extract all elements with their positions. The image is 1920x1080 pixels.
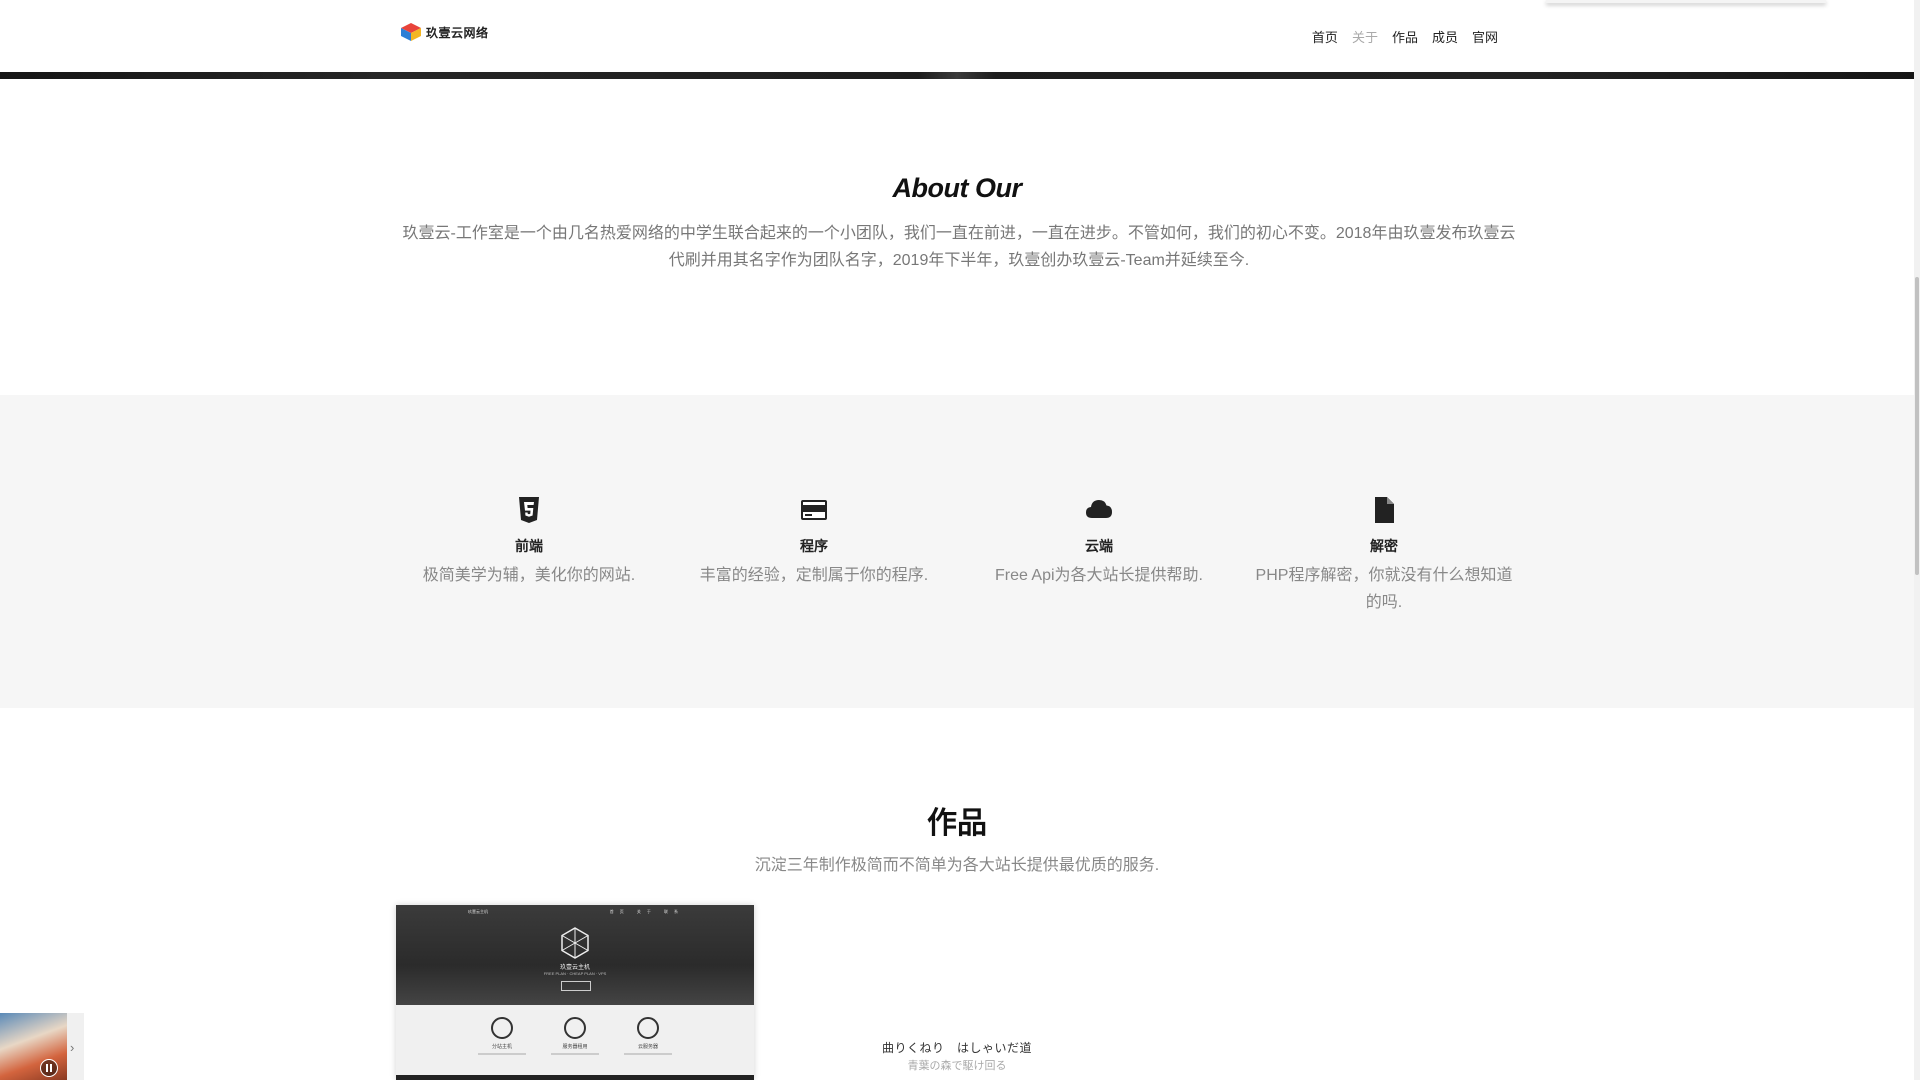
site-header: 玖壹云网络 首页 关于 作品 成员 官网 bbox=[0, 0, 1914, 72]
thumb-footer-strip bbox=[396, 1075, 754, 1080]
credit-card-icon bbox=[801, 500, 827, 520]
file-icon bbox=[1375, 497, 1394, 523]
hero-image-strip bbox=[0, 72, 1914, 79]
about-title: About Our bbox=[892, 173, 1022, 203]
thumb-mini-subtitle: FREE PLAN · CHEAP PLAN · VPS bbox=[543, 971, 607, 976]
works-title: 作品 bbox=[927, 807, 987, 840]
scrollbar-thumb[interactable] bbox=[1915, 277, 1919, 575]
hexagon-logo-icon bbox=[561, 927, 589, 959]
cloud-icon bbox=[1086, 500, 1112, 518]
about-text: 玖壹云-工作室是一个由几名热爱网络的中学生联合起来的一个小团队，我们一直在前进，… bbox=[402, 225, 1516, 269]
service-title: 云端 bbox=[1085, 538, 1113, 554]
service-desc: PHP程序解密，你就没有什么想知道的吗. bbox=[1255, 567, 1513, 611]
service-programs: 程序 丰富的经验，定制属于你的程序. bbox=[683, 495, 945, 589]
lyric-translation: 青葉の森で駆け回る bbox=[907, 1060, 1007, 1072]
page-scrollbar[interactable] bbox=[1914, 0, 1920, 1080]
server-icon bbox=[564, 1017, 586, 1039]
thumb-mini-button bbox=[561, 981, 591, 991]
thumb-mini-nav: 玖壹云主机 bbox=[468, 909, 488, 914]
nav-home[interactable]: 首页 bbox=[1312, 27, 1338, 46]
about-section: About Our 玖壹云-工作室是一个由几名热爱网络的中学生联合起来的一个小团… bbox=[0, 79, 1914, 395]
thumb-mini-title: 玖壹云主机 bbox=[559, 965, 590, 971]
cloud-icon bbox=[637, 1017, 659, 1039]
nav-official-site[interactable]: 官网 bbox=[1472, 27, 1498, 46]
cube-logo-icon bbox=[401, 23, 421, 41]
service-title: 解密 bbox=[1370, 538, 1398, 554]
thumb-mini-links: 首页 关于 联系 bbox=[609, 909, 684, 914]
main-nav: 首页 关于 作品 成员 官网 bbox=[1312, 27, 1498, 46]
service-title: 程序 bbox=[800, 538, 828, 554]
service-title: 前端 bbox=[515, 538, 543, 554]
service-decrypt: 解密 PHP程序解密，你就没有什么想知道的吗. bbox=[1253, 495, 1515, 616]
logo-text: 玖壹云网络 bbox=[426, 25, 489, 40]
nav-about[interactable]: 关于 bbox=[1352, 27, 1378, 46]
service-desc: 极简美学为辅，美化你的网站. bbox=[422, 567, 636, 584]
service-cloud: 云端 Free Api为各大站长提供帮助. bbox=[968, 495, 1230, 589]
html5-icon bbox=[519, 497, 539, 523]
work-thumbnail-hero: 玖壹云主机 首页 关于 联系 玖壹云主机 FREE PLAN · CHEAP P… bbox=[396, 905, 754, 1005]
service-desc: Free Api为各大站长提供帮助. bbox=[994, 567, 1204, 584]
nav-members[interactable]: 成员 bbox=[1432, 27, 1458, 46]
site-logo[interactable]: 玖壹云网络 bbox=[400, 22, 489, 42]
lyric-line: 曲りくねり はしゃいだ道 bbox=[881, 1041, 1032, 1055]
service-desc: 丰富的经验，定制属于你的程序. bbox=[699, 567, 929, 584]
service-frontend: 前端 极简美学为辅，美化你的网站. bbox=[398, 495, 660, 589]
dropdown-edge bbox=[1546, 0, 1826, 3]
nav-works[interactable]: 作品 bbox=[1392, 27, 1418, 46]
services-section: 前端 极简美学为辅，美化你的网站. 程序 丰富的经验，定制属于你的程序. 云端 … bbox=[0, 395, 1914, 708]
works-subtitle: 沉淀三年制作极简而不简单为各大站长提供最优质的服务. bbox=[754, 857, 1160, 874]
sitemap-icon bbox=[491, 1017, 513, 1039]
